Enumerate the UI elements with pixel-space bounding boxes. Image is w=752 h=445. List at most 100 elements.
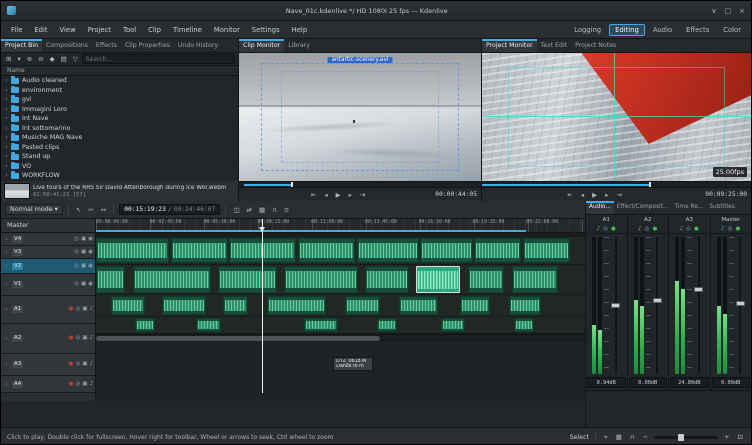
tab-library[interactable]: Library [284, 39, 314, 52]
clip-segment[interactable] [135, 318, 155, 332]
clip-monitor-seekbar[interactable] [239, 181, 481, 187]
project-monitor-timecode[interactable]: 00:09:25:00 [705, 191, 747, 198]
auto-transition-icon[interactable]: ⇄ [245, 204, 254, 216]
clip-segment[interactable] [267, 296, 326, 315]
fader-handle[interactable] [694, 287, 703, 292]
timeline-ruler[interactable]: 00:00:00:0000:02:45:0000:05:30:0000:08:1… [96, 219, 585, 233]
expand-chevron-icon[interactable]: › [3, 125, 10, 132]
bin-folder-row[interactable]: ›environment [1, 86, 238, 96]
scrollbar-thumb[interactable] [96, 336, 380, 341]
expand-chevron-icon[interactable]: › [3, 106, 10, 113]
tab-time-re[interactable]: Time Re... [671, 201, 706, 214]
solo-button[interactable]: ◎ [645, 226, 650, 232]
close-button[interactable]: × [739, 7, 745, 15]
use-zone-icon[interactable]: ⌖ [602, 431, 610, 443]
track-header-v2[interactable]: ›V2◎▣◉ [1, 259, 95, 274]
tab-text-edit[interactable]: Text Edit [537, 39, 571, 52]
clip-segment[interactable] [171, 238, 228, 263]
timeline-canvas[interactable]: 00:00:00:0000:02:45:0000:05:30:0000:08:1… [96, 219, 585, 401]
tab-effect-composit[interactable]: Effect/Composit... [614, 201, 672, 214]
track-header-a3[interactable]: ›A3●◎▣♪ [1, 354, 95, 376]
target-icon[interactable]: ◎ [75, 306, 80, 313]
prev-frame-icon[interactable]: ◂ [579, 189, 586, 201]
add-clip-icon[interactable]: ⊞ [4, 53, 13, 65]
bin-folder-row[interactable]: ›Int sottomarino [1, 124, 238, 134]
track-header-a4[interactable]: ›A4●◎▣♪ [1, 376, 95, 393]
tab-clip-properties[interactable]: Clip Properties [121, 39, 174, 52]
bin-folder-row[interactable]: ›Musiche MAG Nave [1, 133, 238, 143]
volume-fader[interactable] [653, 237, 662, 374]
clip-segment[interactable] [512, 266, 558, 293]
next-frame-icon[interactable]: ▸ [603, 189, 610, 201]
timeline-timecode[interactable]: 00:15:19:23 / 00:24:46:07 [119, 204, 220, 215]
clip-segment[interactable] [298, 238, 355, 263]
tab-project-monitor[interactable]: Project Monitor [482, 39, 537, 52]
clip-segment[interactable] [509, 296, 541, 315]
expand-chevron-icon[interactable]: › [3, 96, 10, 103]
record-icon[interactable]: ● [69, 306, 74, 313]
expand-chevron-icon[interactable]: › [3, 281, 10, 288]
solo-button[interactable]: ◎ [728, 226, 733, 232]
lock-icon[interactable]: ▣ [82, 361, 87, 368]
mix-clips-icon[interactable]: ◫ [231, 204, 241, 216]
expand-chevron-icon[interactable]: › [3, 172, 10, 179]
bin-folder-row[interactable]: ›VO [1, 162, 238, 172]
next-frame-icon[interactable]: ▸ [347, 189, 354, 201]
expand-chevron-icon[interactable]: › [3, 163, 10, 170]
monitor-button[interactable]: ● [736, 226, 741, 232]
track-header-v1[interactable]: ›V1◎▣◉ [1, 274, 95, 296]
menu-help[interactable]: Help [286, 24, 314, 36]
record-icon[interactable]: ● [69, 361, 74, 368]
menu-monitor[interactable]: Monitor [208, 24, 246, 36]
expand-chevron-icon[interactable]: › [3, 77, 10, 84]
clip-segment[interactable] [196, 318, 220, 332]
lock-icon[interactable]: ▣ [82, 306, 87, 313]
menu-edit[interactable]: Edit [28, 24, 53, 36]
expand-chevron-icon[interactable]: › [3, 134, 10, 141]
gain-value[interactable]: 0.00dB [629, 377, 668, 388]
lock-icon[interactable]: ▣ [82, 381, 87, 388]
track-header-a2[interactable]: ›A2●◎▣♪ [1, 324, 95, 354]
clip-segment[interactable] [223, 296, 247, 315]
clip-segment[interactable] [96, 266, 125, 293]
expand-chevron-icon[interactable]: › [3, 263, 10, 270]
bin-clip-item[interactable]: Live tours of the RRS Sir David Attenbor… [1, 181, 238, 201]
bin-folder-row[interactable]: ›Pasted clips [1, 143, 238, 153]
menu-project[interactable]: Project [82, 24, 117, 36]
monitor-button[interactable]: ● [694, 226, 699, 232]
expand-chevron-icon[interactable]: › [3, 335, 10, 342]
playhead-marker[interactable] [259, 227, 265, 232]
expand-chevron-icon[interactable]: › [3, 115, 10, 122]
thumbnails-toggle-icon[interactable]: ▦ [614, 431, 624, 443]
clip-segment[interactable] [468, 266, 505, 293]
target-icon[interactable]: ◎ [75, 335, 80, 342]
mute-button[interactable]: ♪ [638, 226, 642, 232]
mute-button[interactable]: ♪ [680, 226, 684, 232]
mute-icon[interactable]: ♪ [89, 306, 93, 313]
expand-chevron-icon[interactable]: › [3, 381, 10, 388]
clip-segment[interactable] [284, 266, 357, 293]
target-icon[interactable]: ◎ [75, 361, 80, 368]
view-mode-icon[interactable]: ▤ [59, 53, 69, 65]
menu-timeline[interactable]: Timeline [167, 24, 208, 36]
tab-clip-monitor[interactable]: Clip Monitor [239, 39, 284, 52]
mute-icon[interactable]: ♪ [89, 381, 93, 388]
target-icon[interactable]: ◎ [74, 263, 79, 270]
clip-segment[interactable] [133, 266, 211, 293]
clip-segment[interactable] [365, 266, 409, 293]
create-folder-icon[interactable]: ⊕ [25, 53, 34, 65]
track-lane-a3[interactable] [96, 295, 585, 317]
expand-chevron-icon[interactable]: › [3, 306, 10, 313]
master-button[interactable]: Master [1, 219, 95, 233]
hide-icon[interactable]: ◉ [88, 249, 93, 256]
lock-icon[interactable]: ▣ [81, 281, 86, 288]
playhead[interactable] [262, 219, 263, 393]
clip-monitor-video[interactable]: antartic-scenery.avi [239, 53, 481, 181]
lock-icon[interactable]: ▣ [81, 236, 86, 243]
clip-segment[interactable] [474, 238, 521, 263]
fader-handle[interactable] [736, 301, 745, 306]
volume-fader[interactable] [611, 237, 620, 374]
bin-folder-row[interactable]: ›gvi [1, 95, 238, 105]
hide-icon[interactable]: ◉ [88, 281, 93, 288]
clip-segment[interactable] [460, 296, 489, 315]
